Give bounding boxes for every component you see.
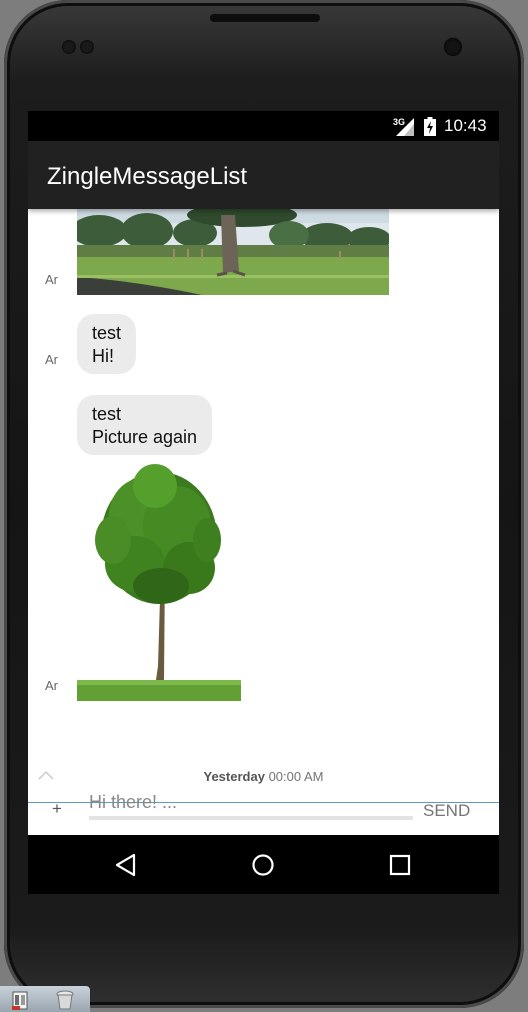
tree-photo[interactable] — [77, 456, 241, 701]
speaker-grille — [210, 14, 320, 22]
light-sensor — [80, 40, 94, 54]
message-sender: test — [92, 404, 122, 424]
message-bubble[interactable]: test Hi! — [77, 314, 137, 374]
recycle-bin-icon[interactable] — [56, 990, 74, 1010]
date-divider-text: Yesterday 00:00 AM — [28, 769, 499, 784]
avatar-label: Ar — [45, 272, 58, 287]
message-bubble[interactable]: test Picture again — [77, 395, 213, 455]
park-photo[interactable] — [77, 209, 389, 295]
message-text: Hi! — [92, 346, 114, 366]
front-camera — [444, 38, 462, 56]
recents-icon[interactable] — [388, 853, 412, 877]
screen: 3G 10:43 ZingleMessageList Ar Ar test Hi… — [28, 111, 499, 894]
message-list[interactable]: Ar Ar test Hi! test Picture again Ar — [28, 209, 499, 756]
message-text: Picture again — [92, 427, 198, 447]
message-sender: test — [92, 323, 122, 343]
send-button[interactable]: SEND — [423, 801, 470, 821]
message-input[interactable] — [89, 788, 409, 816]
document-icon[interactable] — [12, 990, 30, 1010]
status-clock: 10:43 — [444, 116, 487, 135]
proximity-sensor — [62, 40, 76, 54]
input-underline — [89, 816, 413, 820]
host-taskbar — [0, 986, 90, 1012]
app-bar: ZingleMessageList — [28, 141, 499, 209]
home-icon[interactable] — [251, 853, 275, 877]
status-bar: 3G 10:43 — [28, 111, 499, 141]
navigation-bar — [28, 835, 499, 894]
avatar-label: Ar — [45, 678, 58, 693]
attach-button[interactable]: + — [52, 799, 66, 819]
date-time: 00:00 AM — [268, 769, 324, 784]
date-day: Yesterday — [203, 769, 265, 784]
signal-icon — [396, 118, 414, 136]
battery-charging-icon — [424, 117, 436, 136]
back-icon[interactable] — [114, 853, 138, 877]
avatar-label: Ar — [45, 352, 58, 367]
app-title: ZingleMessageList — [47, 163, 248, 190]
